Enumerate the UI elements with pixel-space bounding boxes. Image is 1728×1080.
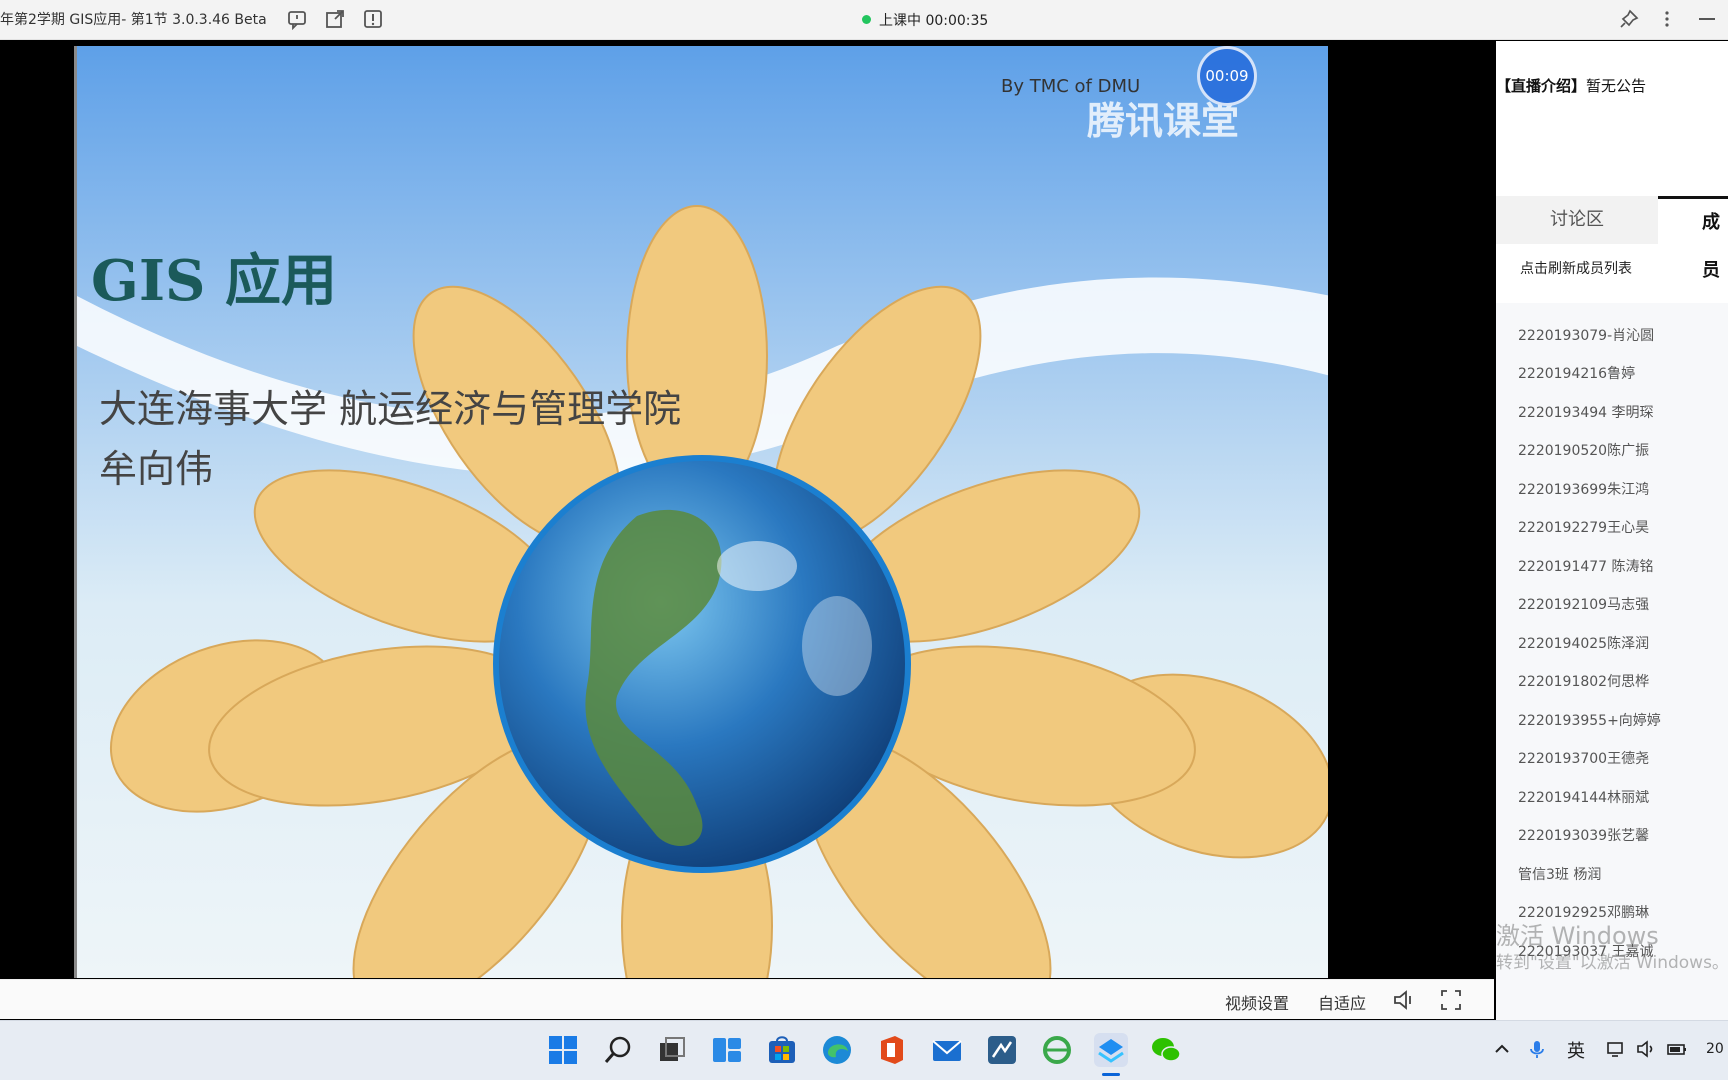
window-titlebar: 年第2学期 GIS应用- 第1节 3.0.3.46 Beta 上课中 00:00… bbox=[0, 0, 1728, 40]
feedback-icon[interactable] bbox=[286, 8, 308, 31]
notice-label: 【直播介绍】 bbox=[1496, 77, 1587, 95]
activate-windows-watermark: 激活 Windows bbox=[1496, 922, 1659, 950]
tab-discussion[interactable]: 讨论区 bbox=[1496, 196, 1658, 244]
store-icon[interactable] bbox=[765, 1033, 799, 1067]
more-options-icon[interactable] bbox=[1656, 8, 1678, 30]
minimize-icon[interactable] bbox=[1696, 8, 1718, 30]
live-status: 上课中 00:00:35 bbox=[862, 10, 988, 30]
start-icon[interactable] bbox=[546, 1033, 580, 1067]
wechat-icon[interactable] bbox=[1149, 1033, 1183, 1067]
live-dot-icon bbox=[862, 15, 871, 24]
member-item[interactable]: 2220193079-肖沁圆 bbox=[1518, 325, 1654, 345]
slide-background bbox=[77, 205, 1328, 978]
refresh-members-link[interactable]: 点击刷新成员列表 bbox=[1520, 258, 1632, 278]
office-icon[interactable] bbox=[875, 1033, 909, 1067]
tab-members[interactable]: 成员 bbox=[1658, 196, 1728, 281]
member-item[interactable]: 2220191477 陈涛铭 bbox=[1518, 556, 1654, 576]
volume-icon[interactable] bbox=[1392, 988, 1416, 1012]
search-icon[interactable] bbox=[601, 1033, 635, 1067]
activate-windows-hint: 转到"设置"以激活 Windows。 bbox=[1496, 953, 1728, 973]
report-icon[interactable] bbox=[362, 8, 384, 30]
member-item[interactable]: 2220192279王心昊 bbox=[1518, 517, 1649, 537]
window-title: 年第2学期 GIS应用- 第1节 3.0.3.46 Beta bbox=[0, 12, 267, 28]
mail-icon[interactable] bbox=[930, 1033, 964, 1067]
member-item[interactable]: 2220193699朱江鸿 bbox=[1518, 479, 1649, 499]
tencent-classroom-icon[interactable] bbox=[1094, 1033, 1128, 1067]
speaker-icon[interactable] bbox=[1636, 1039, 1656, 1064]
fit-mode-button[interactable]: 自适应 bbox=[1318, 990, 1366, 1014]
member-item[interactable]: 2220192109马志强 bbox=[1518, 594, 1649, 614]
widgets-icon[interactable] bbox=[710, 1033, 744, 1067]
slide-content: By TMC of DMU 腾讯课堂 00:09 GIS 应用 大连海事大学 航… bbox=[74, 46, 1328, 978]
member-item[interactable]: 2220193039张艺馨 bbox=[1518, 825, 1649, 845]
member-list[interactable]: 2220193079-肖沁圆 2220194216鲁婷 2220193494 李… bbox=[1496, 303, 1728, 1020]
member-item[interactable]: 2220190520陈广振 bbox=[1518, 440, 1649, 460]
task-view-icon[interactable] bbox=[656, 1033, 690, 1067]
member-item[interactable]: 2220193494 李明琛 bbox=[1518, 402, 1654, 422]
member-item[interactable]: 2220194216鲁婷 bbox=[1518, 363, 1635, 383]
active-app-indicator bbox=[1102, 1073, 1120, 1076]
fullscreen-icon[interactable] bbox=[1439, 988, 1463, 1012]
ie-browser-icon[interactable] bbox=[1040, 1033, 1074, 1067]
member-item[interactable]: 2220193700王德尧 bbox=[1518, 748, 1649, 768]
right-sidebar: 【直播介绍】暂无公告 讨论区 成员 点击刷新成员列表 2220193079-肖沁… bbox=[1496, 41, 1728, 1020]
taskbar: 英 20 bbox=[0, 1020, 1728, 1080]
sidebar-tabs: 讨论区 成员 bbox=[1496, 196, 1728, 281]
share-icon[interactable] bbox=[324, 8, 346, 30]
slide-subtitle-author: 牟向伟 bbox=[99, 447, 214, 491]
member-item[interactable]: 2220194144林丽斌 bbox=[1518, 787, 1649, 807]
live-status-text: 上课中 00:00:35 bbox=[879, 13, 989, 29]
video-settings-button[interactable]: 视频设置 bbox=[1225, 990, 1289, 1014]
pin-icon[interactable] bbox=[1618, 8, 1640, 30]
network-icon[interactable] bbox=[1606, 1039, 1626, 1064]
clock[interactable]: 20 bbox=[1706, 1041, 1724, 1057]
member-item[interactable]: 2220191802何思桦 bbox=[1518, 671, 1649, 691]
developer-tool-icon[interactable] bbox=[985, 1033, 1019, 1067]
member-item[interactable]: 2220193955+向婷婷 bbox=[1518, 710, 1661, 730]
member-item[interactable]: 管信3班 杨润 bbox=[1518, 864, 1601, 884]
microphone-icon[interactable] bbox=[1527, 1039, 1547, 1064]
battery-icon[interactable] bbox=[1666, 1039, 1688, 1064]
live-notice: 【直播介绍】暂无公告 bbox=[1496, 75, 1646, 96]
ime-indicator[interactable]: 英 bbox=[1567, 1037, 1585, 1063]
notice-text: 暂无公告 bbox=[1586, 77, 1647, 95]
slide-timer-badge: 00:09 bbox=[1197, 46, 1257, 106]
tray-overflow-icon[interactable] bbox=[1492, 1039, 1512, 1064]
video-controls: 视频设置 自适应 bbox=[0, 979, 1494, 1019]
edge-browser-icon[interactable] bbox=[820, 1033, 854, 1067]
member-item[interactable]: 2220194025陈泽润 bbox=[1518, 633, 1649, 653]
slide-subtitle-institution: 大连海事大学 航运经济与管理学院 bbox=[99, 387, 682, 431]
slide-title: GIS 应用 bbox=[91, 248, 337, 314]
